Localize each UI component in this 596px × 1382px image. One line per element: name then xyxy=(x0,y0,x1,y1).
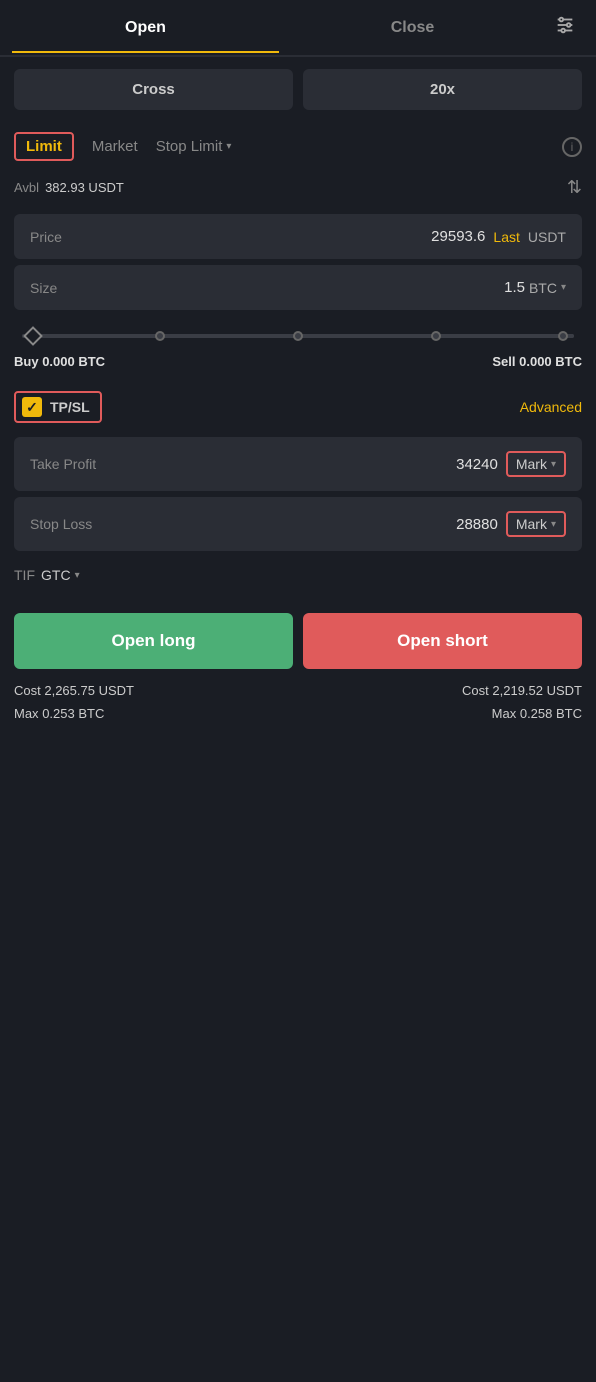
take-profit-value-group: 34240 Mark ▾ xyxy=(456,451,566,477)
tif-label: TIF xyxy=(14,567,35,583)
slider-dot-100[interactable] xyxy=(558,331,568,341)
stop-loss-chevron: ▾ xyxy=(551,519,556,530)
slider-track[interactable] xyxy=(22,334,574,338)
action-buttons: Open long Open short xyxy=(0,603,596,679)
short-cost-item: Cost 2,219.52 USDT xyxy=(462,683,582,698)
stop-loss-mark-dropdown[interactable]: Mark ▾ xyxy=(506,511,566,537)
slider-dot-50[interactable] xyxy=(293,331,303,341)
buy-label: Buy 0.000 BTC xyxy=(14,354,105,369)
open-long-button[interactable]: Open long xyxy=(14,613,293,669)
tpsl-checkbox: ✓ xyxy=(22,397,42,417)
long-max-item: Max 0.253 BTC xyxy=(14,706,104,721)
tif-value: GTC xyxy=(41,567,71,583)
avbl-row: Avbl 382.93 USDT ⇅ xyxy=(0,171,596,208)
tpsl-checkbox-container[interactable]: ✓ TP/SL xyxy=(14,391,102,423)
tab-close[interactable]: Close xyxy=(279,5,546,51)
stop-loss-field[interactable]: Stop Loss 28880 Mark ▾ xyxy=(14,497,582,551)
buy-sell-row: Buy 0.000 BTC Sell 0.000 BTC xyxy=(0,346,596,383)
sell-label: Sell 0.000 BTC xyxy=(492,354,582,369)
size-value: 1.5 xyxy=(504,279,525,296)
stop-limit-chevron: ▾ xyxy=(226,141,231,152)
take-profit-value: 34240 xyxy=(456,456,498,473)
limit-tab[interactable]: Limit xyxy=(14,132,74,161)
info-icon[interactable]: i xyxy=(562,137,582,157)
take-profit-chevron: ▾ xyxy=(551,459,556,470)
price-value: 29593.6 xyxy=(431,228,485,245)
stop-loss-label: Stop Loss xyxy=(30,516,92,532)
tif-row: TIF GTC ▾ xyxy=(0,557,596,603)
short-max-item: Max 0.258 BTC xyxy=(492,706,582,721)
cost-row-1: Cost 2,265.75 USDT Cost 2,219.52 USDT xyxy=(0,679,596,702)
size-currency: BTC xyxy=(529,280,557,296)
tif-dropdown[interactable]: GTC ▾ xyxy=(41,567,80,583)
cost-row-2: Max 0.253 BTC Max 0.258 BTC xyxy=(0,702,596,725)
price-tag: Last xyxy=(493,229,519,245)
price-value-group: 29593.6 Last USDT xyxy=(431,228,566,245)
size-value-group[interactable]: 1.5 BTC ▾ xyxy=(504,279,566,296)
settings-icon[interactable] xyxy=(546,0,584,55)
stop-loss-value: 28880 xyxy=(456,516,498,533)
size-field[interactable]: Size 1.5 BTC ▾ xyxy=(14,265,582,310)
stop-loss-value-group: 28880 Mark ▾ xyxy=(456,511,566,537)
advanced-link[interactable]: Advanced xyxy=(520,399,582,415)
size-chevron: ▾ xyxy=(561,282,566,293)
avbl-value: 382.93 USDT xyxy=(45,180,124,195)
transfer-icon[interactable]: ⇅ xyxy=(567,177,582,198)
long-cost-item: Cost 2,265.75 USDT xyxy=(14,683,134,698)
leverage-button[interactable]: 20x xyxy=(303,69,582,110)
order-type-row: Limit Market Stop Limit ▾ i xyxy=(0,122,596,171)
price-field[interactable]: Price 29593.6 Last USDT xyxy=(14,214,582,259)
slider-dot-25[interactable] xyxy=(155,331,165,341)
take-profit-mark-dropdown[interactable]: Mark ▾ xyxy=(506,451,566,477)
slider-dot-75[interactable] xyxy=(431,331,441,341)
stop-limit-dropdown[interactable]: Stop Limit ▾ xyxy=(156,138,232,155)
price-currency: USDT xyxy=(528,229,566,245)
stop-loss-mark-label: Mark xyxy=(516,516,547,532)
tif-chevron: ▾ xyxy=(75,570,80,581)
size-label: Size xyxy=(30,280,57,296)
price-label: Price xyxy=(30,229,62,245)
margin-row: Cross 20x xyxy=(0,57,596,122)
slider-thumb[interactable] xyxy=(23,326,43,346)
slider-container xyxy=(0,316,596,346)
cross-button[interactable]: Cross xyxy=(14,69,293,110)
open-short-button[interactable]: Open short xyxy=(303,613,582,669)
top-tabs: Open Close xyxy=(0,0,596,57)
take-profit-label: Take Profit xyxy=(30,456,96,472)
tpsl-label: TP/SL xyxy=(50,399,90,415)
tpsl-row: ✓ TP/SL Advanced xyxy=(0,383,596,431)
take-profit-field[interactable]: Take Profit 34240 Mark ▾ xyxy=(14,437,582,491)
tab-open[interactable]: Open xyxy=(12,5,279,53)
take-profit-mark-label: Mark xyxy=(516,456,547,472)
avbl-label: Avbl xyxy=(14,180,39,195)
market-tab[interactable]: Market xyxy=(92,138,138,155)
